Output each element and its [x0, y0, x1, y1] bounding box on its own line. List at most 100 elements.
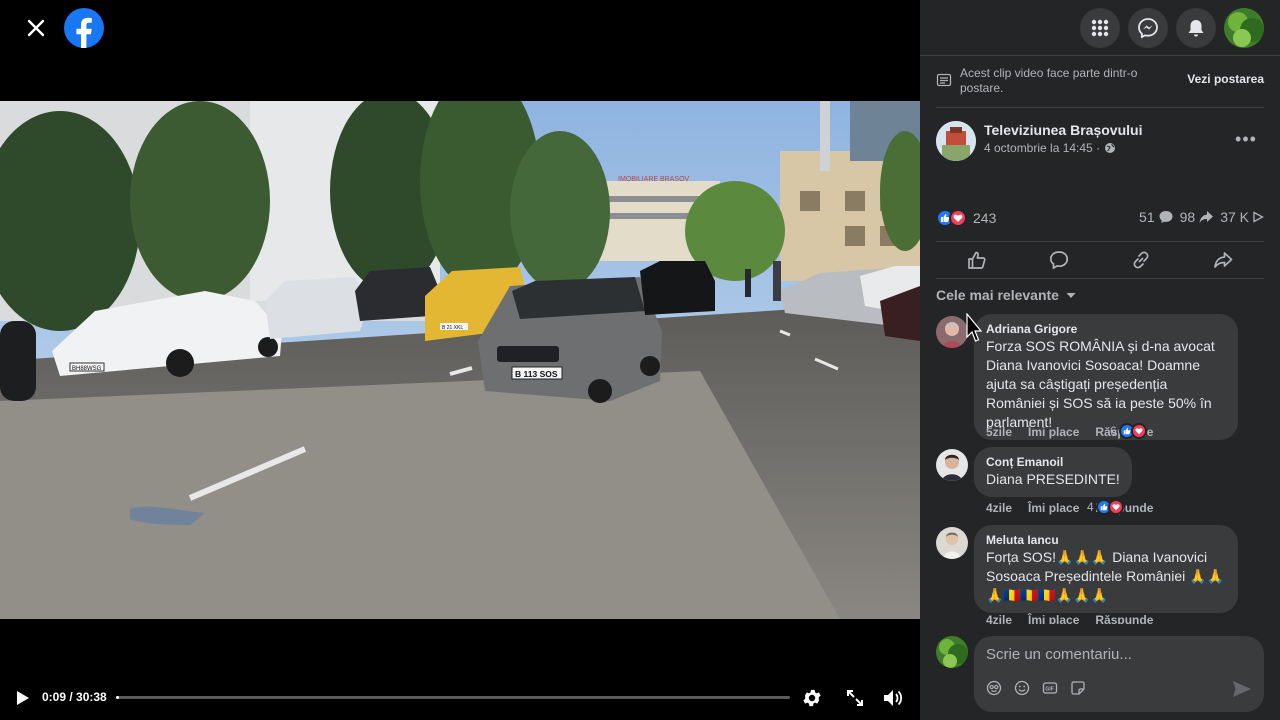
more-options-icon[interactable]: ••• [1230, 128, 1262, 150]
reaction-count: 243 [973, 210, 997, 226]
comment-icon [1049, 251, 1069, 270]
divider [936, 107, 1264, 108]
like-button[interactable] [936, 242, 1018, 278]
comment-like-button[interactable]: Îmi place [1028, 613, 1079, 624]
shares-count: 98 [1179, 209, 1196, 225]
volume-icon[interactable] [882, 687, 904, 709]
comment-item: Meluta Iancu Forța SOS!🙏🙏🙏 Diana Ivanovi… [936, 525, 1266, 624]
comments-list: Adriana Grigore Forza SOS ROMÂNIA și d-n… [920, 312, 1280, 624]
play-views-icon [1253, 211, 1264, 223]
comment-button[interactable] [1018, 242, 1100, 278]
post-date: 4 octombrie la 14:45 · [984, 141, 1116, 155]
view-post-link[interactable]: Vezi postarea [1187, 72, 1264, 86]
plate-front: B 113 SOS [515, 369, 558, 379]
comment-actions: 4zile Îmi place Răspunde [986, 501, 1153, 515]
comment-sort-dropdown[interactable]: Cele mai relevante [936, 287, 1077, 303]
close-icon[interactable] [20, 12, 52, 44]
building-sign: IMOBILIARE BRASOV [618, 176, 690, 183]
caret-down-icon [1066, 293, 1076, 298]
comment-actions: 4zile Îmi place Răspunde [986, 613, 1153, 624]
comment-reactions[interactable]: 4 [1087, 499, 1124, 515]
share-button[interactable] [1182, 242, 1264, 278]
post-icon [936, 73, 952, 87]
post-notice: Acest clip video face parte dintr-o post… [936, 66, 1264, 98]
emoji-icon[interactable] [1014, 680, 1030, 696]
share-arrow-icon [1199, 211, 1214, 223]
post-panel: Acest clip video face parte dintr-o post… [920, 0, 1280, 720]
comments-count: 51 [1139, 209, 1155, 225]
top-navigation [920, 0, 1280, 56]
video-frame[interactable]: IMOBILIARE BRASOV BH88WSG B 21 XKL B 113… [0, 101, 920, 619]
comment-author[interactable]: Meluta Iancu [986, 533, 1226, 547]
like-thumb-icon [968, 251, 986, 269]
comment-reactions[interactable]: 6 [1110, 423, 1147, 439]
love-reaction-icon [1130, 423, 1147, 439]
comment-time[interactable]: 5zile [986, 425, 1012, 439]
comment-reaction-count: 4 [1087, 500, 1094, 514]
post-date-text: 4 octombrie la 14:45 · [984, 141, 1101, 155]
reactions-summary[interactable]: 243 [936, 207, 996, 229]
play-icon[interactable] [12, 688, 32, 708]
comment-like-button[interactable]: Îmi place [1028, 425, 1079, 439]
comment-time[interactable]: 4zile [986, 501, 1012, 515]
mouse-cursor-icon [966, 313, 982, 342]
comment-like-button[interactable]: Îmi place [1028, 501, 1079, 515]
video-progress-bar[interactable] [116, 696, 790, 699]
comment-item: Conț Emanoil Diana PRESEDINTE! 4zile Îmi… [936, 447, 1266, 517]
composer-tools: GIF [986, 680, 1086, 696]
settings-gear-icon[interactable] [801, 687, 823, 709]
share-icon [1214, 252, 1233, 268]
page-avatar[interactable] [936, 121, 976, 161]
video-viewer: IMOBILIARE BRASOV BH88WSG B 21 XKL B 113… [0, 0, 920, 720]
video-controls: 0:09 / 30:38 [0, 678, 920, 718]
comment-bubble: Conț Emanoil Diana PRESEDINTE! [974, 447, 1132, 497]
comment-author[interactable]: Conț Emanoil [986, 455, 1120, 469]
gif-icon[interactable]: GIF [1042, 680, 1058, 696]
svg-text:GIF: GIF [1045, 686, 1054, 692]
love-reaction-icon [949, 209, 967, 227]
page-name[interactable]: Televiziunea Brașovului [984, 122, 1142, 138]
notice-text: Acest clip video face parte dintr-o post… [960, 66, 1138, 95]
commenter-avatar[interactable] [936, 527, 968, 559]
comment-bubble: Adriana Grigore Forza SOS ROMÂNIA și d-n… [974, 314, 1238, 440]
sticker-icon[interactable] [1070, 680, 1086, 696]
profile-avatar[interactable] [1224, 8, 1264, 48]
comment-composer: GIF [974, 636, 1264, 712]
plate-left: BH88WSG [72, 366, 102, 372]
views-stat: 37 K [1220, 209, 1264, 225]
comment-item: Adriana Grigore Forza SOS ROMÂNIA și d-n… [936, 314, 1266, 440]
views-count: 37 K [1220, 209, 1249, 225]
post-actions [936, 241, 1264, 279]
commenter-avatar[interactable] [936, 449, 968, 481]
comment-bubble: Meluta Iancu Forța SOS!🙏🙏🙏 Diana Ivanovi… [974, 525, 1238, 613]
messenger-icon[interactable] [1128, 8, 1168, 48]
link-icon [1133, 251, 1149, 269]
facebook-logo-icon[interactable] [64, 8, 104, 48]
comment-text: Diana PRESEDINTE! [986, 471, 1120, 487]
globe-icon [1105, 143, 1116, 153]
shares-stat[interactable]: 98 [1180, 209, 1215, 225]
comment-reply-button[interactable]: Răspunde [1095, 613, 1153, 624]
comment-reaction-count: 6 [1110, 424, 1117, 438]
bell-icon[interactable] [1176, 8, 1216, 48]
comment-bubble-icon [1159, 211, 1173, 223]
facebook-video-viewer: IMOBILIARE BRASOV BH88WSG B 21 XKL B 113… [0, 0, 1280, 720]
comment-input[interactable] [986, 644, 1246, 664]
fullscreen-icon[interactable] [844, 687, 866, 709]
sort-label: Cele mai relevante [936, 287, 1059, 303]
my-avatar[interactable] [936, 636, 968, 668]
copy-link-button[interactable] [1100, 242, 1182, 278]
comment-author[interactable]: Adriana Grigore [986, 322, 1226, 336]
video-progress-fill [116, 696, 120, 699]
video-still: IMOBILIARE BRASOV BH88WSG B 21 XKL B 113… [0, 101, 920, 619]
video-time: 0:09 / 30:38 [42, 690, 107, 704]
avatar-sticker-icon[interactable] [986, 680, 1002, 696]
love-reaction-icon [1107, 499, 1124, 515]
comments-stat[interactable]: 51 [1139, 209, 1174, 225]
send-icon[interactable] [1232, 680, 1252, 698]
plate-yellow: B 21 XKL [442, 325, 463, 331]
comment-time[interactable]: 4zile [986, 613, 1012, 624]
commenter-avatar[interactable] [936, 316, 968, 348]
comment-text: Forța SOS!🙏🙏🙏 Diana Ivanovici Sosoaca Pr… [986, 549, 1224, 603]
menu-grid-icon[interactable] [1080, 8, 1120, 48]
